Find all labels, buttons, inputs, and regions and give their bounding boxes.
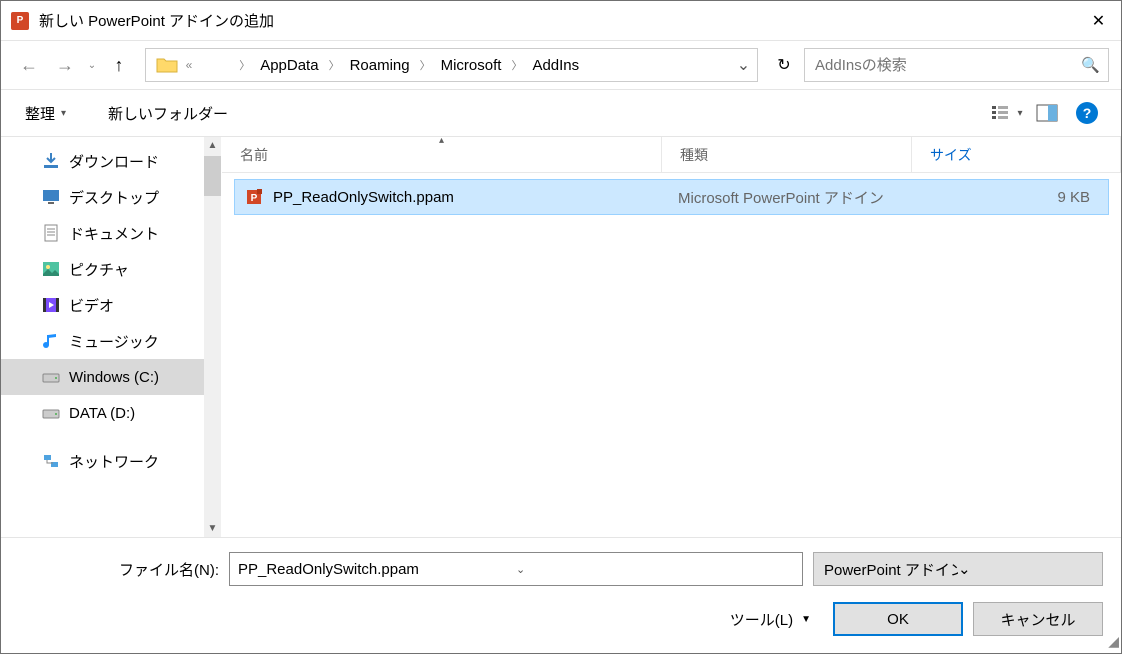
filename-label: ファイル名(N): [19, 559, 219, 580]
footer: ファイル名(N): PP_ReadOnlySwitch.ppam ⌄ Power… [1, 537, 1121, 636]
filename-input[interactable]: PP_ReadOnlySwitch.ppam ⌄ [229, 552, 803, 586]
download-icon [41, 152, 61, 170]
tree-item-label: ダウンロード [69, 151, 159, 172]
address-dropdown[interactable]: ⌄ [729, 49, 757, 81]
drive-icon [41, 404, 61, 422]
drive-icon [41, 368, 61, 386]
cancel-button[interactable]: キャンセル [973, 602, 1103, 636]
new-folder-button[interactable]: 新しいフォルダー [102, 99, 234, 128]
chevron-right-icon: 〉 [235, 57, 254, 73]
organize-label: 整理 [25, 103, 55, 124]
chevron-down-icon: ▾ [61, 108, 66, 119]
ok-button[interactable]: OK [833, 602, 963, 636]
chevron-left-icon: « [184, 58, 194, 72]
videos-icon [41, 296, 61, 314]
filename-value: PP_ReadOnlySwitch.ppam [238, 561, 516, 578]
tree-item-label: ネットワーク [69, 451, 159, 472]
forward-button: → [49, 49, 81, 81]
window-title: 新しい PowerPoint アドインの追加 [39, 10, 1076, 31]
navigation-bar: ← → ⌄ ↑ « 〉 AppData 〉 Roaming 〉 Microsof… [1, 41, 1121, 89]
back-button[interactable]: ← [13, 49, 45, 81]
search-icon[interactable]: 🔍 [1081, 56, 1100, 74]
column-header-type[interactable]: 種類 [662, 137, 912, 172]
breadcrumb-blank[interactable] [194, 49, 235, 81]
tree-item-music[interactable]: ミュージック [1, 323, 204, 359]
ppam-file-icon: P [245, 188, 263, 206]
breadcrumb-item[interactable]: Microsoft [435, 49, 508, 81]
history-dropdown[interactable]: ⌄ [85, 49, 99, 81]
tree-item-label: デスクトップ [69, 187, 159, 208]
file-row[interactable]: P PP_ReadOnlySwitch.ppam Microsoft PowerPo… [234, 179, 1109, 215]
search-input[interactable] [813, 56, 1081, 75]
resize-grip[interactable]: ◢ [1105, 637, 1119, 651]
up-button[interactable]: ↑ [103, 49, 135, 81]
tree-item-drive[interactable]: Windows (C:) [1, 359, 204, 395]
pictures-icon [41, 260, 61, 278]
tools-dropdown[interactable]: ツール(L) ▼ [730, 609, 811, 630]
help-button[interactable]: ? [1071, 97, 1103, 129]
toolbar: 整理 ▾ 新しいフォルダー ▾ ? [1, 89, 1121, 137]
file-type-filter[interactable]: PowerPoint アドイン (*.ppam;*.pp ⌄ [813, 552, 1103, 586]
chevron-down-icon: ▼ [801, 614, 811, 625]
music-icon [41, 332, 61, 350]
tree-item-label: Windows (C:) [69, 369, 159, 386]
preview-pane-button[interactable] [1031, 97, 1063, 129]
file-size: 9 KB [1057, 189, 1090, 206]
chevron-down-icon: ▾ [1017, 108, 1022, 119]
help-icon: ? [1076, 102, 1098, 124]
tree-item-videos[interactable]: ビデオ [1, 287, 204, 323]
powerpoint-icon: P [11, 12, 29, 30]
breadcrumb-item[interactable]: AddIns [526, 49, 585, 81]
breadcrumb-item[interactable]: AppData [254, 49, 324, 81]
tree-item-download[interactable]: ダウンロード [1, 143, 204, 179]
close-button[interactable]: ✕ [1076, 1, 1121, 41]
tree-item-desktop[interactable]: デスクトップ [1, 179, 204, 215]
filter-label: PowerPoint アドイン (*.ppam;*.pp [824, 559, 958, 580]
column-header-name[interactable]: 名前 ▴ [222, 137, 662, 172]
main-area: ダウンロードデスクトップドキュメントピクチャビデオミュージック Windows (… [1, 137, 1121, 537]
new-folder-label: 新しいフォルダー [108, 103, 228, 124]
tree-item-label: ドキュメント [69, 223, 159, 244]
scroll-down-icon[interactable]: ▼ [204, 520, 221, 537]
file-type: Microsoft PowerPoint アドイン [678, 187, 884, 208]
tree-item-label: DATA (D:) [69, 405, 135, 422]
scrollbar[interactable]: ▲ ▼ [204, 137, 221, 537]
tree-item-network[interactable]: ネットワーク [1, 443, 204, 479]
column-headers: 名前 ▴ 種類 サイズ [222, 137, 1121, 173]
svg-text:P: P [251, 193, 258, 204]
view-options-button[interactable]: ▾ [991, 97, 1023, 129]
tree-item-label: ミュージック [69, 331, 159, 352]
scroll-up-icon[interactable]: ▲ [204, 137, 221, 154]
chevron-right-icon: 〉 [325, 57, 344, 73]
chevron-down-icon[interactable]: ⌄ [516, 563, 794, 576]
sort-ascending-icon: ▴ [439, 135, 444, 146]
tree-item-label: ピクチャ [69, 259, 129, 280]
tree-item-label: ビデオ [69, 295, 114, 316]
tree-item-pictures[interactable]: ピクチャ [1, 251, 204, 287]
chevron-right-icon: 〉 [507, 57, 526, 73]
column-header-size[interactable]: サイズ [912, 137, 1121, 172]
folder-icon [156, 56, 178, 74]
breadcrumb-item[interactable]: Roaming [344, 49, 416, 81]
search-box[interactable]: 🔍 [804, 48, 1109, 82]
file-name: PP_ReadOnlySwitch.ppam [273, 189, 454, 206]
document-icon [41, 224, 61, 242]
address-bar[interactable]: « 〉 AppData 〉 Roaming 〉 Microsoft 〉 AddI… [145, 48, 758, 82]
desktop-icon [41, 188, 61, 206]
refresh-button[interactable]: ↻ [768, 48, 800, 82]
chevron-down-icon: ⌄ [958, 560, 1092, 578]
network-icon [41, 452, 61, 470]
tree-item-drive[interactable]: DATA (D:) [1, 395, 204, 431]
chevron-right-icon: 〉 [416, 57, 435, 73]
title-bar: P 新しい PowerPoint アドインの追加 ✕ [1, 1, 1121, 41]
navigation-tree[interactable]: ダウンロードデスクトップドキュメントピクチャビデオミュージック Windows (… [1, 137, 221, 537]
scroll-thumb[interactable] [204, 156, 221, 196]
tree-item-document[interactable]: ドキュメント [1, 215, 204, 251]
file-list[interactable]: 名前 ▴ 種類 サイズ P PP_ReadOnlySwitch.ppam Micro… [221, 137, 1121, 537]
organize-button[interactable]: 整理 ▾ [19, 99, 72, 128]
